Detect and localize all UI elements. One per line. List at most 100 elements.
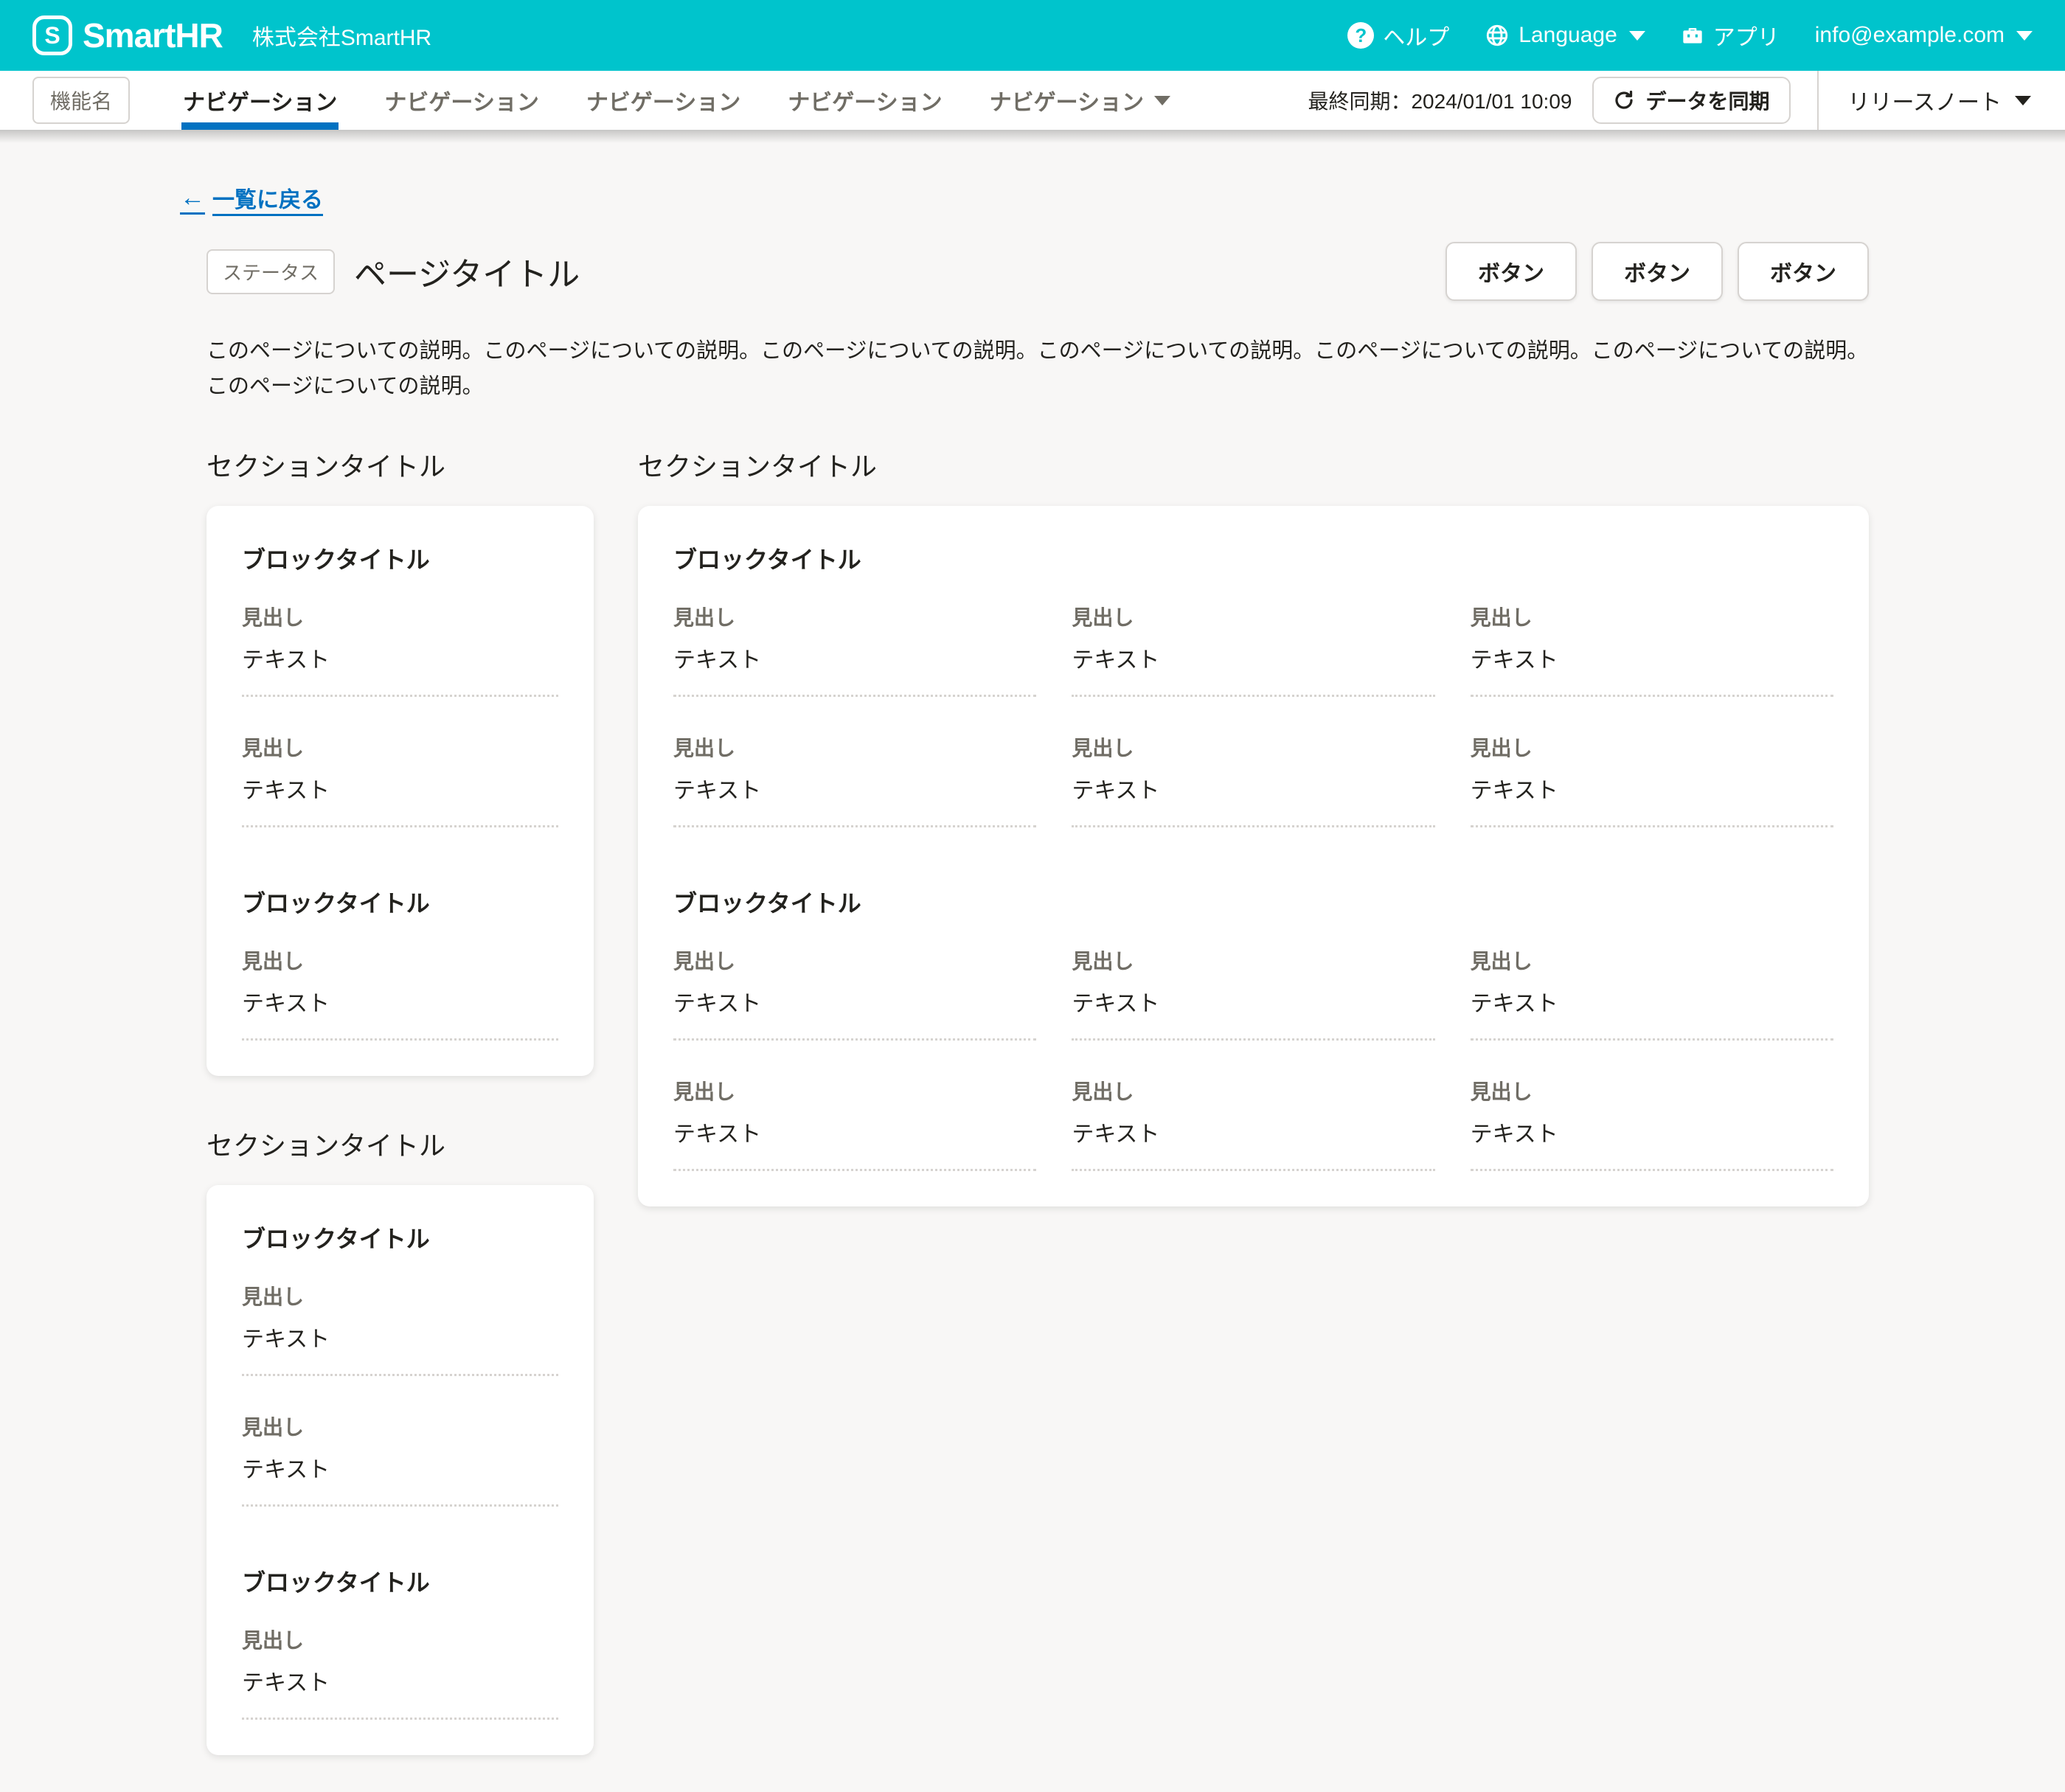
definition-term: 見出し bbox=[242, 602, 558, 631]
arrow-left-icon: ← bbox=[180, 184, 205, 212]
app-header: S SmartHR 株式会社SmartHR ? ヘルプ Language bbox=[0, 0, 2065, 71]
definition-item: 見出し テキスト bbox=[242, 1625, 558, 1720]
language-menu[interactable]: Language bbox=[1485, 23, 1645, 48]
account-menu[interactable]: info@example.com bbox=[1815, 23, 2033, 48]
definition-item: 見出し テキスト bbox=[1072, 732, 1434, 827]
definition-grid: 見出し テキスト 見出し テキスト 見出し テキスト 見出し bbox=[673, 945, 1833, 1171]
definition-value: テキスト bbox=[1072, 985, 1434, 1018]
definition-term: 見出し bbox=[1471, 1076, 1833, 1105]
definition-term: 見出し bbox=[673, 1076, 1036, 1105]
right-column: セクションタイトル ブロックタイトル 見出し テキスト 見出し テキスト bbox=[638, 445, 1869, 1206]
smarthr-logo-text: SmartHR bbox=[83, 15, 223, 55]
definition-item: 見出し テキスト bbox=[673, 732, 1036, 827]
chevron-down-icon bbox=[2015, 96, 2031, 105]
definition-item: 見出し テキスト bbox=[1471, 602, 1833, 697]
section-card: ブロックタイトル 見出し テキスト 見出し テキスト ブロックタイトル 見出し … bbox=[206, 506, 594, 1076]
briefcase-icon bbox=[1681, 24, 1704, 47]
definition-value: テキスト bbox=[242, 772, 558, 805]
definition-value: テキスト bbox=[673, 642, 1036, 674]
sections: セクションタイトル ブロックタイトル 見出し テキスト 見出し テキスト ブロッ… bbox=[206, 445, 1869, 1792]
nav-tab-label: ナビゲーション bbox=[788, 84, 942, 117]
definition-item: 見出し テキスト bbox=[673, 602, 1036, 697]
sync-data-button[interactable]: データを同期 bbox=[1592, 77, 1790, 124]
section-card: ブロックタイトル 見出し テキスト 見出し テキスト 見出し テキスト bbox=[638, 506, 1869, 1206]
definition-item: 見出し テキスト bbox=[1072, 602, 1434, 697]
definition-term: 見出し bbox=[242, 732, 558, 762]
definition-term: 見出し bbox=[242, 1411, 558, 1441]
definition-item: 見出し テキスト bbox=[1471, 1076, 1833, 1171]
definition-item: 見出し テキスト bbox=[242, 945, 558, 1041]
block-title: ブロックタイトル bbox=[673, 885, 1833, 919]
section-1: セクションタイトル ブロックタイトル 見出し テキスト 見出し テキスト ブロッ… bbox=[206, 445, 594, 1076]
definition-term: 見出し bbox=[1072, 1076, 1434, 1105]
page-title: ページタイトル bbox=[354, 248, 580, 295]
nav-shadow bbox=[0, 130, 2065, 143]
definition-item: 見出し テキスト bbox=[1471, 945, 1833, 1041]
nav-tab-3[interactable]: ナビゲーション bbox=[563, 71, 764, 130]
definition-value: テキスト bbox=[242, 642, 558, 674]
nav-tab-5[interactable]: ナビゲーション bbox=[966, 71, 1194, 130]
definition-value: テキスト bbox=[1072, 772, 1434, 805]
action-button-2[interactable]: ボタン bbox=[1592, 242, 1723, 301]
nav-right: 最終同期：2024/01/01 10:09 データを同期 リリースノート bbox=[1308, 71, 2065, 130]
definition-term: 見出し bbox=[1072, 732, 1434, 762]
definition-term: 見出し bbox=[673, 732, 1036, 762]
apps-label: アプリ bbox=[1713, 19, 1780, 52]
app-nav: 機能名 ナビゲーション ナビゲーション ナビゲーション ナビゲーション ナビゲー… bbox=[0, 71, 2065, 130]
smarthr-logo[interactable]: S SmartHR bbox=[32, 15, 223, 55]
definition-value: テキスト bbox=[1471, 642, 1833, 674]
block-title: ブロックタイトル bbox=[242, 1564, 558, 1598]
definition-item: 見出し テキスト bbox=[242, 732, 558, 827]
last-sync-status: 最終同期：2024/01/01 10:09 bbox=[1308, 86, 1572, 115]
header-left: S SmartHR 株式会社SmartHR bbox=[32, 15, 431, 55]
nav-tabs: 機能名 ナビゲーション ナビゲーション ナビゲーション ナビゲーション ナビゲー… bbox=[32, 71, 1194, 130]
action-button-1[interactable]: ボタン bbox=[1446, 242, 1577, 301]
help-label: ヘルプ bbox=[1383, 19, 1449, 52]
section-title: セクションタイトル bbox=[206, 1125, 594, 1163]
definition-item: 見出し テキスト bbox=[1072, 945, 1434, 1041]
definition-term: 見出し bbox=[1072, 945, 1434, 975]
main-content: ← 一覧に戻る ステータス ページタイトル ボタン ボタン ボタン このページに… bbox=[0, 143, 2065, 1792]
apps-link[interactable]: アプリ bbox=[1681, 19, 1780, 52]
definition-value: テキスト bbox=[1471, 772, 1833, 805]
company-name: 株式会社SmartHR bbox=[252, 19, 431, 52]
definition-item: 見出し テキスト bbox=[1072, 1076, 1434, 1171]
definition-item: 見出し テキスト bbox=[1471, 732, 1833, 827]
sync-data-label: データを同期 bbox=[1645, 86, 1769, 115]
nav-tab-label: ナビゲーション bbox=[384, 84, 538, 117]
release-notes-link[interactable]: リリースノート bbox=[1819, 84, 2065, 117]
definition-item: 見出し テキスト bbox=[673, 1076, 1036, 1171]
status-badge: ステータス bbox=[206, 249, 335, 294]
nav-tab-2[interactable]: ナビゲーション bbox=[361, 71, 562, 130]
definition-term: 見出し bbox=[242, 1625, 558, 1654]
definition-value: テキスト bbox=[1471, 985, 1833, 1018]
definition-term: 見出し bbox=[242, 1281, 558, 1310]
header-right: ? ヘルプ Language アプリ info@example.com bbox=[1347, 19, 2033, 52]
section-card: ブロックタイトル 見出し テキスト 見出し テキスト ブロックタイトル 見出し … bbox=[206, 1185, 594, 1755]
block-title: ブロックタイトル bbox=[242, 541, 558, 575]
definition-value: テキスト bbox=[673, 1116, 1036, 1148]
language-label: Language bbox=[1519, 23, 1617, 48]
nav-tab-label: ナビゲーション bbox=[586, 84, 740, 117]
definition-term: 見出し bbox=[1072, 602, 1434, 631]
action-button-3[interactable]: ボタン bbox=[1738, 242, 1869, 301]
chevron-down-icon bbox=[2016, 31, 2033, 41]
help-link[interactable]: ? ヘルプ bbox=[1347, 19, 1449, 52]
nav-tab-1[interactable]: ナビゲーション bbox=[159, 71, 361, 130]
definition-item: 見出し テキスト bbox=[242, 1281, 558, 1376]
definition-value: テキスト bbox=[242, 985, 558, 1018]
release-notes-label: リリースノート bbox=[1848, 84, 2002, 117]
globe-icon bbox=[1485, 23, 1510, 48]
definition-term: 見出し bbox=[1471, 732, 1833, 762]
back-link[interactable]: ← 一覧に戻る bbox=[180, 181, 323, 214]
definition-term: 見出し bbox=[1471, 945, 1833, 975]
definition-value: テキスト bbox=[242, 1321, 558, 1353]
definition-item: 見出し テキスト bbox=[673, 945, 1036, 1041]
definition-item: 見出し テキスト bbox=[242, 602, 558, 697]
nav-tab-label: ナビゲーション bbox=[990, 84, 1144, 117]
definition-term: 見出し bbox=[242, 945, 558, 975]
nav-tab-4[interactable]: ナビゲーション bbox=[764, 71, 965, 130]
definition-term: 見出し bbox=[673, 602, 1036, 631]
definition-item: 見出し テキスト bbox=[242, 1411, 558, 1507]
definition-value: テキスト bbox=[242, 1664, 558, 1697]
